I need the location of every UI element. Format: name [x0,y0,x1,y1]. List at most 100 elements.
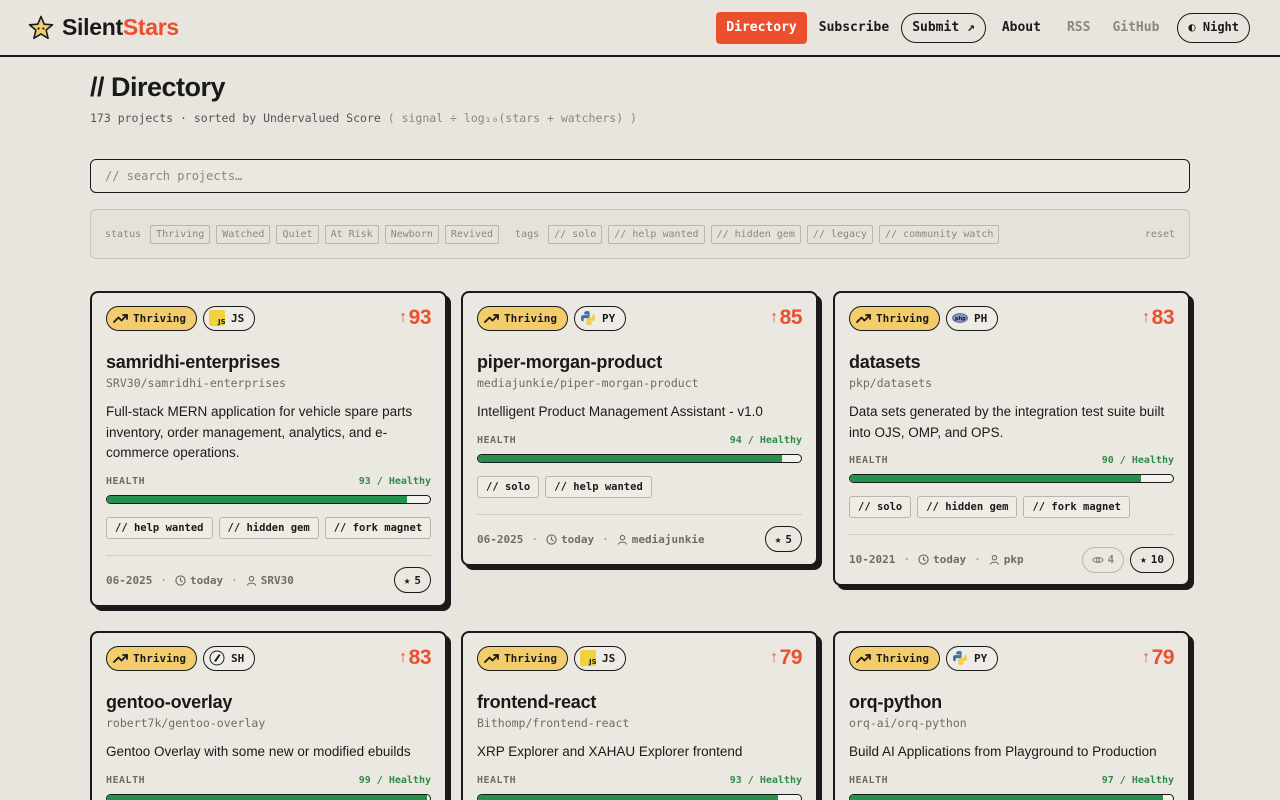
nav-rss[interactable]: RSS [1057,12,1100,44]
score-formula: ( signal ÷ log₁₀(stars + watchers) ) [387,111,637,125]
owner-name[interactable]: mediajunkie [632,533,705,546]
status-chip-watched[interactable]: Watched [216,224,271,244]
stars-count[interactable]: ★ 5 [393,567,431,593]
project-slug: SRV30/samridhi-enterprises [106,376,287,390]
star-logo-icon [28,15,54,39]
user-icon [617,534,627,545]
project-description: Data sets generated by the integration t… [849,404,1165,440]
health-bar [849,793,1174,800]
stars-count[interactable]: ★ 5 [764,526,802,552]
nav-github[interactable]: GitHub [1102,12,1169,44]
stars-count[interactable]: ★ 10 [1130,546,1174,573]
filter-bar: status Thriving Watched Quiet At Risk Ne… [90,209,1190,259]
tag-chip-solo[interactable]: // solo [548,224,603,244]
project-card[interactable]: Thriving php PH ↑ 83 datasets pkp/dataset… [833,291,1190,586]
project-card[interactable]: Thriving SH ↑ 83 gentoo-overlay robert7k/… [90,631,447,800]
status-chip-quiet[interactable]: Quiet [276,224,319,244]
status-chip-revived[interactable]: Revived [444,224,500,244]
tag-chip-help-wanted[interactable]: // help wanted [608,224,705,244]
python-icon [952,651,967,665]
project-card[interactable]: Thriving PY ↑ 85 piper-morgan-product med… [461,291,818,566]
health-bar [106,793,431,800]
tag-solo[interactable]: // solo [477,475,540,498]
watchers-count[interactable]: 4 [1081,546,1125,573]
page-subtitle: 173 projects · sorted by Undervalued Sco… [90,111,637,125]
project-name[interactable]: samridhi-enterprises [106,352,431,373]
health-value: 93 / Healthy [358,475,431,487]
undervalued-score: ↑ 79 [1142,646,1174,669]
project-name[interactable]: frontend-react [477,692,802,713]
status-badge: Thriving [477,305,568,331]
night-mode-toggle[interactable]: ◐ Night [1177,13,1250,43]
project-card[interactable]: Thriving JS JS ↑ 93 samridhi-enterprises … [90,291,447,607]
trending-up-icon [484,313,499,323]
health-label: HEALTH [477,434,517,446]
project-card[interactable]: Thriving JS JS ↑ 79 frontend-react Bithom… [461,631,818,800]
tag-chip-community-watch[interactable]: // community watch [879,224,1000,244]
nav-about[interactable]: About [992,12,1051,44]
project-name[interactable]: orq-python [849,692,1174,713]
health-value: 94 / Healthy [729,434,802,446]
tag-help-wanted[interactable]: // help wanted [545,475,652,498]
undervalued-score: ↑ 83 [399,646,431,669]
brand-logo[interactable]: SilentStars [28,14,179,41]
undervalued-score: ↑ 83 [1142,306,1174,329]
language-badge: PY [945,645,999,671]
project-name[interactable]: datasets [849,352,1174,373]
project-description: Full-stack MERN application for vehicle … [106,404,413,460]
tags-filter-label: tags [515,228,540,240]
language-badge: JS JS [202,305,256,331]
status-filter-label: status [105,228,142,240]
status-badge: Thriving [849,305,940,331]
php-icon: php [952,313,968,323]
undervalued-score: ↑ 85 [770,306,802,329]
status-chip-thriving[interactable]: Thriving [150,224,211,244]
main-nav: Directory Subscribe Submit ↗ About RSS G… [714,12,1250,44]
tag-solo[interactable]: // solo [849,496,912,518]
health-bar [849,474,1174,483]
tag-fork-magnet[interactable]: // fork magnet [1023,496,1130,518]
health-value: 90 / Healthy [1101,455,1174,466]
owner-name[interactable]: pkp [1004,553,1024,566]
undervalued-score: ↑ 93 [399,306,431,329]
status-chip-at-risk[interactable]: At Risk [324,224,379,244]
project-card[interactable]: Thriving PY ↑ 79 orq-python orq-ai/orq-py… [833,631,1190,800]
health-bar-fill [107,495,408,503]
search-input[interactable] [90,159,1190,193]
health-bar-fill [107,794,427,800]
owner-name[interactable]: SRV30 [261,574,294,587]
page-title: // Directory [90,72,226,102]
status-badge: Thriving [477,645,568,671]
trending-up-icon [856,313,871,323]
health-label: HEALTH [106,475,146,487]
reset-filters-button[interactable]: reset [1145,229,1175,240]
tag-chip-legacy[interactable]: // legacy [806,224,874,244]
brand-name: SilentStars [62,14,179,40]
nav-subscribe[interactable]: Subscribe [809,12,899,44]
tag-chip-hidden-gem[interactable]: // hidden gem [710,224,801,244]
eye-icon [1091,556,1104,563]
project-name[interactable]: piper-morgan-product [477,352,802,373]
trending-up-icon [113,653,128,663]
created-date: 10-2021 [849,553,896,566]
status-chip-newborn[interactable]: Newborn [384,224,439,244]
created-date: 06-2025 [106,573,153,587]
tag-help-wanted[interactable]: // help wanted [106,516,213,539]
tag-hidden-gem[interactable]: // hidden gem [218,516,319,539]
trending-up-icon [113,313,128,323]
tag-fork-magnet[interactable]: // fork magnet [324,516,432,539]
project-name[interactable]: gentoo-overlay [106,692,431,713]
svg-text:JS: JS [217,318,225,326]
star-icon: ★ [1140,553,1147,566]
status-badge: Thriving [106,305,197,331]
tag-hidden-gem[interactable]: // hidden gem [917,496,1018,518]
health-label: HEALTH [106,774,146,786]
clock-icon [918,554,929,565]
nav-submit-button[interactable]: Submit ↗ [901,13,986,43]
health-bar-fill [478,454,782,462]
user-icon [989,554,999,565]
clock-icon [175,574,186,586]
nav-directory[interactable]: Directory [716,12,807,44]
project-slug: robert7k/gentoo-overlay [106,716,266,730]
star-icon: ★ [403,573,411,587]
